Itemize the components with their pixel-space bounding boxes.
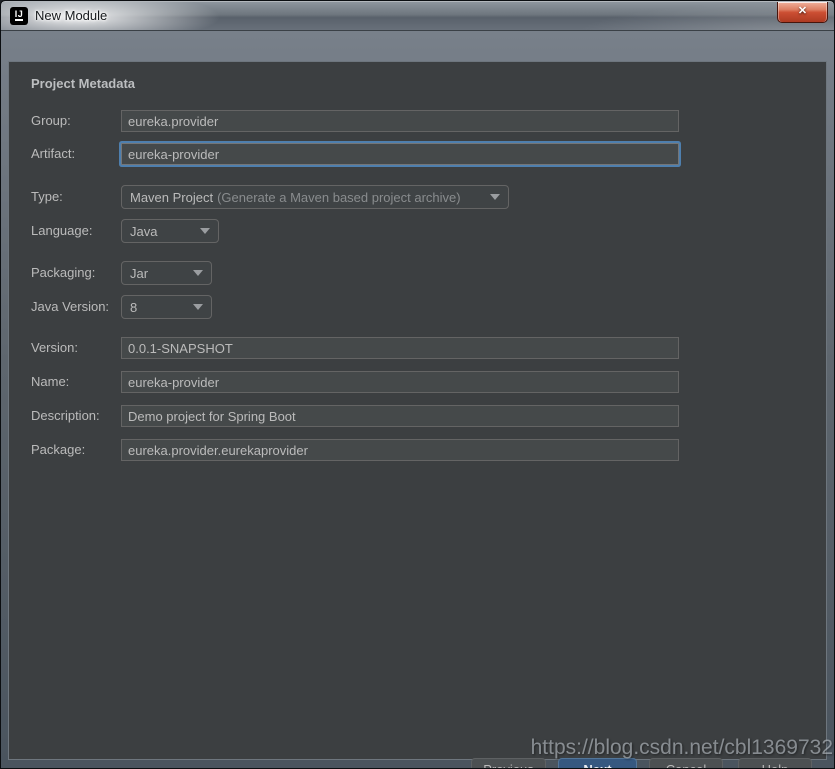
next-button[interactable]: Next [558, 758, 637, 769]
cancel-button-label: Cancel [650, 759, 722, 769]
window-frame: Project Metadata Group: Artifact: Type: … [1, 30, 834, 768]
page-title: Project Metadata [31, 76, 135, 91]
intellij-logo-text: IJ [15, 9, 24, 19]
language-select[interactable]: Java [121, 219, 219, 243]
previous-button-label: Previous [472, 759, 545, 769]
name-label: Name: [31, 371, 69, 393]
type-selected-hint: (Generate a Maven based project archive) [217, 190, 461, 205]
type-select[interactable]: Maven Project (Generate a Maven based pr… [121, 185, 509, 209]
description-input[interactable] [121, 405, 679, 427]
package-label: Package: [31, 439, 85, 461]
group-input[interactable] [121, 110, 679, 132]
artifact-label: Artifact: [31, 143, 75, 165]
cancel-button[interactable]: Cancel [649, 758, 723, 769]
titlebar[interactable]: IJ New Module ✕ [1, 1, 834, 30]
intellij-logo-icon: IJ [10, 7, 28, 25]
new-module-dialog: IJ New Module ✕ Project Metadata Group: … [0, 0, 835, 769]
name-input[interactable] [121, 371, 679, 393]
packaging-select[interactable]: Jar [121, 261, 212, 285]
packaging-selected-value: Jar [130, 266, 148, 281]
artifact-input[interactable] [121, 143, 679, 165]
java-version-selected-value: 8 [130, 300, 137, 315]
packaging-label: Packaging: [31, 261, 95, 285]
java-version-select[interactable]: 8 [121, 295, 212, 319]
chevron-down-icon [490, 194, 500, 200]
language-selected-value: Java [130, 224, 157, 239]
version-label: Version: [31, 337, 78, 359]
dialog-content: Project Metadata Group: Artifact: Type: … [8, 61, 827, 760]
help-button[interactable]: Help [738, 758, 812, 769]
package-input[interactable] [121, 439, 679, 461]
chevron-down-icon [193, 270, 203, 276]
help-button-label: Help [739, 759, 811, 769]
java-version-label: Java Version: [31, 295, 109, 319]
language-label: Language: [31, 219, 92, 243]
group-label: Group: [31, 110, 71, 132]
close-glyph: ✕ [798, 5, 807, 17]
version-input[interactable] [121, 337, 679, 359]
type-label: Type: [31, 185, 63, 209]
type-selected-value: Maven Project [130, 190, 213, 205]
window-title: New Module [35, 8, 107, 23]
previous-button[interactable]: Previous [471, 758, 546, 769]
next-button-label: Next [559, 759, 636, 769]
close-icon[interactable]: ✕ [777, 2, 828, 23]
chevron-down-icon [193, 304, 203, 310]
description-label: Description: [31, 405, 100, 427]
chevron-down-icon [200, 228, 210, 234]
